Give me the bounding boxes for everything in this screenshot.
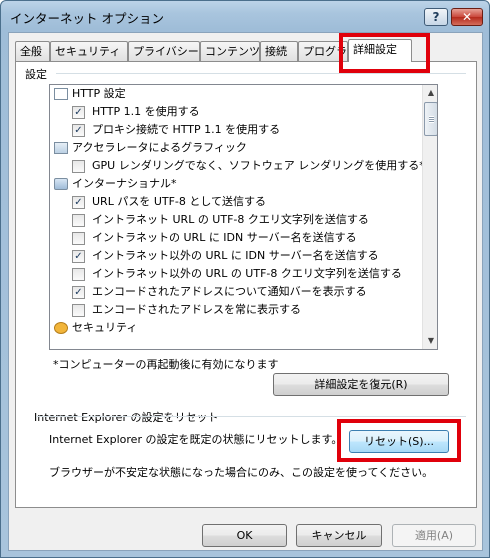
checkbox-checked[interactable]: ✓ xyxy=(72,106,85,119)
settings-list[interactable]: HTTP 設定 ✓ HTTP 1.1 を使用する ✓ プロキシ接続で HTTP … xyxy=(49,84,438,350)
reset-section-divider xyxy=(36,416,466,417)
setting-label: イントラネット以外の URL に IDN サーバー名を送信する xyxy=(92,249,379,262)
setting-label: エンコードされたアドレスについて通知バーを表示する xyxy=(92,285,367,298)
setting-label: イントラネット以外の URL の UTF-8 クエリ文字列を送信する xyxy=(92,267,402,280)
checkbox-unchecked[interactable] xyxy=(72,304,85,317)
settings-group-label: 設定 xyxy=(25,66,50,82)
cancel-button[interactable]: キャンセル xyxy=(296,524,382,547)
scroll-up-arrow-icon[interactable]: ▲ xyxy=(423,85,437,101)
security-icon xyxy=(54,322,68,334)
restart-note: *コンピューターの再起動後に有効になります xyxy=(53,358,279,371)
checkbox-unchecked[interactable] xyxy=(72,232,85,245)
advanced-tab-highlight xyxy=(339,33,430,73)
setting-label: プロキシ接続で HTTP 1.1 を使用する xyxy=(92,123,281,136)
setting-label: イントラネット URL の UTF-8 クエリ文字列を送信する xyxy=(92,213,369,226)
dialog-client-area: 全般 セキュリティ プライバシー コンテンツ 接続 プログラム 詳細設定 設定 … xyxy=(8,32,483,551)
checkbox-unchecked[interactable] xyxy=(72,268,85,281)
settings-list-scrollbar[interactable]: ▲ ▼ xyxy=(422,85,437,349)
group-label-security: セキュリティ xyxy=(72,321,138,334)
group-label-graphics: アクセラレータによるグラフィック xyxy=(72,141,247,154)
reset-description: Internet Explorer の設定を既定の状態にリセットします。 xyxy=(49,433,343,446)
reset-button-highlight xyxy=(337,419,461,462)
ok-button[interactable]: OK xyxy=(202,524,287,547)
display-icon xyxy=(54,142,68,154)
setting-label: エンコードされたアドレスを常に表示する xyxy=(92,303,301,316)
page-icon xyxy=(54,88,68,100)
scroll-down-arrow-icon[interactable]: ▼ xyxy=(423,333,437,349)
advanced-panel: 設定 HTTP 設定 ✓ HTTP 1.1 を使用する ✓ プロキシ接続で HT… xyxy=(15,61,477,508)
scroll-thumb[interactable] xyxy=(424,102,437,136)
globe-icon xyxy=(54,178,68,190)
settings-divider xyxy=(56,73,466,74)
setting-label: HTTP 1.1 を使用する xyxy=(92,105,200,118)
checkbox-unchecked[interactable] xyxy=(72,214,85,227)
help-button[interactable]: ? xyxy=(424,8,448,26)
group-label-international: インターナショナル* xyxy=(72,177,177,190)
tab-content[interactable]: コンテンツ xyxy=(200,41,260,61)
tab-general[interactable]: 全般 xyxy=(15,41,50,61)
setting-label: GPU レンダリングでなく、ソフトウェア レンダリングを使用する* xyxy=(92,159,425,172)
window-title: インターネット オプション xyxy=(10,11,164,26)
group-label-http: HTTP 設定 xyxy=(72,87,126,100)
close-button[interactable]: ✕ xyxy=(451,8,483,26)
grip-icon xyxy=(429,116,434,123)
reset-section-label: Internet Explorer の設定をリセット xyxy=(34,409,223,425)
apply-button[interactable]: 適用(A) xyxy=(392,524,476,547)
checkbox-checked[interactable]: ✓ xyxy=(72,286,85,299)
restore-advanced-settings-button[interactable]: 詳細設定を復元(R) xyxy=(273,373,449,396)
setting-label: イントラネットの URL に IDN サーバー名を送信する xyxy=(92,231,357,244)
tab-privacy[interactable]: プライバシー xyxy=(128,41,200,61)
setting-label: URL パスを UTF-8 として送信する xyxy=(92,195,267,208)
checkbox-unchecked[interactable] xyxy=(72,160,85,173)
reset-warning: ブラウザーが不安定な状態になった場合にのみ、この設定を使ってください。 xyxy=(49,466,434,479)
tab-security[interactable]: セキュリティ xyxy=(50,41,128,61)
checkbox-checked[interactable]: ✓ xyxy=(72,196,85,209)
internet-options-window: インターネット オプション ? ✕ 全般 セキュリティ プライバシー コンテンツ… xyxy=(0,0,490,558)
checkbox-checked[interactable]: ✓ xyxy=(72,250,85,263)
tab-connections[interactable]: 接続 xyxy=(260,41,298,61)
checkbox-checked[interactable]: ✓ xyxy=(72,124,85,137)
title-bar[interactable]: インターネット オプション ? ✕ xyxy=(1,1,489,31)
